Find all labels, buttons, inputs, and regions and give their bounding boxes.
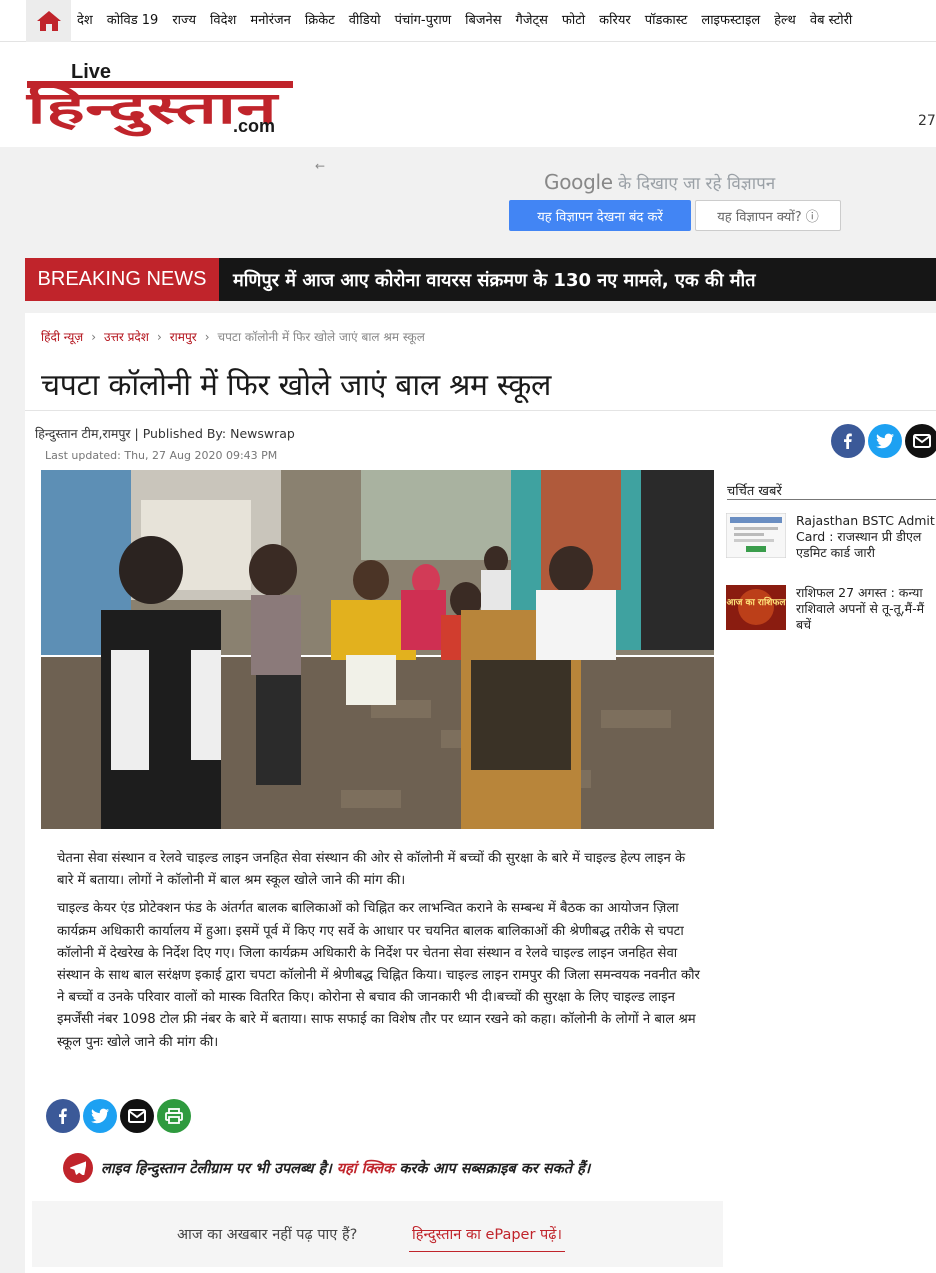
share-buttons-bottom: [46, 1099, 194, 1133]
twitter-icon: [91, 1108, 109, 1124]
trending-sidebar: चर्चित खबरें Rajasthan BSTC Admit Card :…: [715, 471, 936, 871]
sidebar-item-line: Card : राजस्थान प्री डीएल: [796, 529, 922, 544]
article-photo-illustration: [41, 470, 714, 829]
breadcrumb-hindi-news[interactable]: हिंदी न्यूज़: [41, 330, 83, 344]
nav-item-rajya[interactable]: राज्य: [172, 12, 196, 30]
breadcrumb-current: चपटा कॉलोनी में फिर खोले जाएं बाल श्रम स…: [217, 330, 425, 344]
breaking-news-label: BREAKING NEWS: [25, 258, 219, 301]
article-photo[interactable]: [41, 470, 714, 829]
sidebar-thumbnail: [726, 513, 786, 558]
facebook-icon: [844, 433, 852, 449]
telegram-promo: लाइव हिन्दुस्तान टेलीग्राम पर भी उपलब्ध …: [63, 1153, 590, 1183]
divider: [25, 410, 936, 411]
nav-item-panchang[interactable]: पंचांग-पुराण: [395, 12, 451, 30]
nav-item-gadgets[interactable]: गैजेट्स: [516, 12, 548, 30]
share-buttons-top: [831, 424, 936, 458]
nav-item-webstory[interactable]: वेब स्टोरी: [810, 12, 852, 30]
twitter-share-button[interactable]: [868, 424, 902, 458]
nav-item-photo[interactable]: फोटो: [562, 12, 585, 30]
telegram-text-before: लाइव हिन्दुस्तान टेलीग्राम पर भी उपलब्ध …: [101, 1161, 337, 1177]
sidebar-thumbnail: आज का राशिफल: [726, 585, 786, 630]
breadcrumb-separator: ›: [91, 330, 96, 344]
sidebar-item-rashifal[interactable]: आज का राशिफल राशिफल 27 अगस्त : कन्या राश…: [726, 585, 936, 645]
ad-title-rest: के दिखाए जा रहे विज्ञापन: [612, 174, 776, 194]
printer-icon: [165, 1108, 183, 1124]
last-updated: Last updated: Thu, 27 Aug 2020 09:43 PM: [45, 449, 278, 462]
nav-item-videsh[interactable]: विदेश: [210, 12, 236, 30]
nav-item-health[interactable]: हेल्थ: [774, 12, 796, 30]
telegram-text: लाइव हिन्दुस्तान टेलीग्राम पर भी उपलब्ध …: [101, 1158, 590, 1178]
sidebar-item-line: एडमिट कार्ड जारी: [796, 545, 875, 560]
home-button[interactable]: [26, 0, 71, 42]
epaper-question: आज का अखबार नहीं पढ़ पाए हैं?: [177, 1227, 358, 1243]
svg-text:Live: Live: [71, 61, 111, 83]
facebook-share-button-bottom[interactable]: [46, 1099, 80, 1133]
breadcrumb-separator: ›: [204, 330, 210, 344]
sidebar-item-line: बचें: [796, 617, 812, 632]
breadcrumb-separator: ›: [156, 330, 162, 344]
sidebar-item-line: राशिवाले अपनों से तू-तू,मैं-मैं: [796, 601, 925, 616]
ad-title: Google के दिखाए जा रहे विज्ञापन: [544, 170, 775, 194]
nav-item-video[interactable]: वीडियो: [349, 12, 381, 30]
nav-list: देश कोविड 19 राज्य विदेश मनोरंजन क्रिकेट…: [77, 12, 866, 30]
nav-item-podcast[interactable]: पॉडकास्ट: [645, 12, 688, 30]
svg-text:आज का राशिफल: आज का राशिफल: [727, 596, 786, 608]
why-ad-button[interactable]: यह विज्ञापन क्यों? ⓘ: [695, 200, 841, 231]
envelope-icon: [128, 1109, 146, 1123]
email-share-button[interactable]: [905, 424, 936, 458]
nav-item-lifestyle[interactable]: लाइफस्टाइल: [701, 12, 760, 30]
sidebar-divider: [727, 499, 936, 500]
breadcrumb: हिंदी न्यूज़ › उत्तर प्रदेश › रामपुर › चपटा कॉ…: [41, 328, 425, 345]
facebook-icon: [59, 1108, 67, 1124]
telegram-text-after: करके आप सब्सक्राइब कर सकते हैं।: [394, 1161, 591, 1177]
article-paragraph: चाइल्ड केयर एंड प्रोटेक्शन फंड के अंतर्ग…: [57, 901, 700, 1050]
svg-text:.com: .com: [233, 116, 275, 136]
google-ad-panel: ← Google के दिखाए जा रहे विज्ञापन यह विज…: [311, 157, 936, 246]
nav-item-career[interactable]: करियर: [599, 12, 631, 30]
site-header: Live हिन्दुस्तान .com 27: [0, 43, 936, 147]
email-share-button-bottom[interactable]: [120, 1099, 154, 1133]
ad-back-arrow-icon[interactable]: ←: [315, 159, 325, 173]
home-icon: [36, 11, 61, 31]
sidebar-item-bstc[interactable]: Rajasthan BSTC Admit Card : राजस्थान प्र…: [726, 513, 936, 573]
breaking-news-headline[interactable]: मणिपुर में आज आए कोरोना वायरस संक्रमण के…: [233, 268, 755, 292]
header-date: 27: [918, 113, 936, 129]
article-paragraph: चेतना सेवा संस्थान व रेलवे चाइल्ड लाइन ज…: [57, 851, 686, 889]
sidebar-item-text: राशिफल 27 अगस्त : कन्या राशिवाले अपनों स…: [796, 585, 936, 633]
telegram-subscribe-link[interactable]: यहां क्लिक: [337, 1161, 395, 1177]
nav-item-covid[interactable]: कोविड 19: [107, 12, 159, 30]
stop-ad-button[interactable]: यह विज्ञापन देखना बंद करें: [509, 200, 691, 231]
article-body: चेतना सेवा संस्थान व रेलवे चाइल्ड लाइन ज…: [57, 848, 702, 1060]
sidebar-title: चर्चित खबरें: [727, 484, 782, 499]
article-title: चपटा कॉलोनी में फिर खोले जाएं बाल श्रम स…: [41, 368, 552, 403]
facebook-share-button[interactable]: [831, 424, 865, 458]
epaper-promo: आज का अखबार नहीं पढ़ पाए हैं? हिन्दुस्ता…: [32, 1201, 723, 1267]
twitter-share-button-bottom[interactable]: [83, 1099, 117, 1133]
sidebar-item-text: Rajasthan BSTC Admit Card : राजस्थान प्र…: [796, 513, 936, 561]
nav-item-desh[interactable]: देश: [77, 12, 93, 30]
telegram-icon[interactable]: [63, 1153, 93, 1183]
nav-item-cricket[interactable]: क्रिकेट: [305, 12, 335, 30]
epaper-link[interactable]: हिन्दुस्तान का ePaper पढ़ें।: [409, 1216, 565, 1252]
nav-item-manoranjan[interactable]: मनोरंजन: [250, 12, 291, 30]
breaking-news-bar: BREAKING NEWS मणिपुर में आज आए कोरोना वा…: [25, 258, 936, 301]
breadcrumb-rampur[interactable]: रामपुर: [170, 330, 197, 344]
site-logo[interactable]: Live हिन्दुस्तान .com: [25, 57, 297, 137]
sidebar-item-line: राशिफल 27 अगस्त : कन्या: [796, 585, 923, 600]
top-navigation: देश कोविड 19 राज्य विदेश मनोरंजन क्रिकेट…: [0, 0, 936, 42]
article-byline: हिन्दुस्तान टीम,रामपुर | Published By: N…: [35, 426, 295, 441]
google-brand: Google: [544, 170, 613, 194]
article-card: हिंदी न्यूज़ › उत्तर प्रदेश › रामपुर › चपटा कॉ…: [25, 313, 936, 1273]
sidebar-item-line: Rajasthan BSTC Admit: [796, 513, 935, 528]
print-button[interactable]: [157, 1099, 191, 1133]
envelope-icon: [913, 434, 931, 448]
nav-item-business[interactable]: बिजनेस: [465, 12, 501, 30]
breadcrumb-uttar-pradesh[interactable]: उत्तर प्रदेश: [104, 330, 149, 344]
twitter-icon: [876, 433, 894, 449]
